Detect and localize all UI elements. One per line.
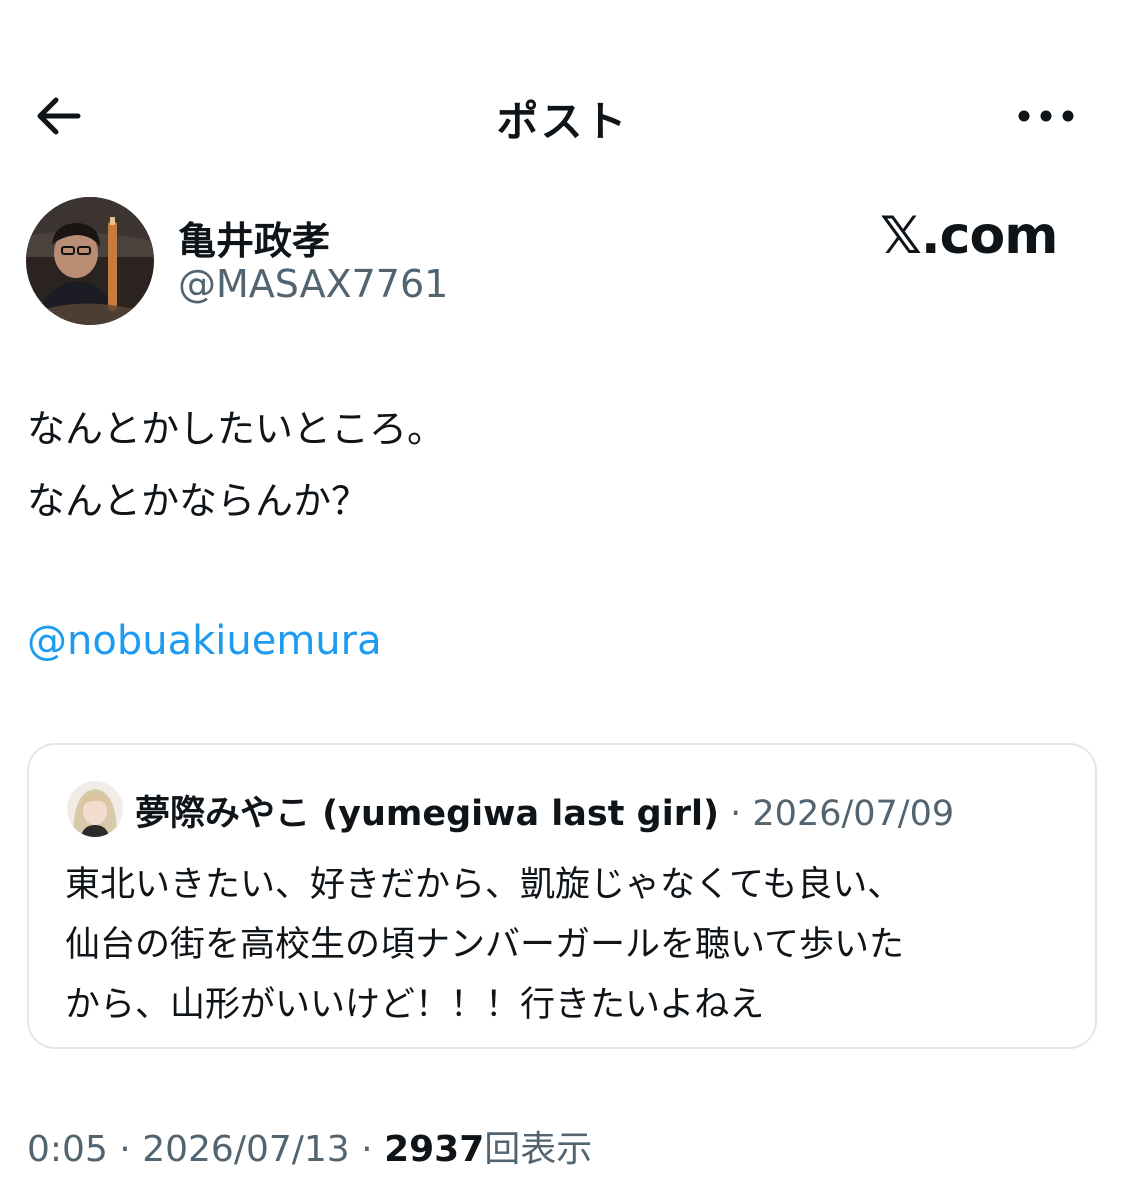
- quoted-post-text: 東北いきたい、好きだから、凱旋じゃなくても良い、 仙台の街を高校生の頃ナンバーガ…: [65, 855, 1065, 1035]
- author-name[interactable]: 亀井政孝: [178, 210, 330, 265]
- quoted-text-line: 仙台の街を高校生の頃ナンバーガールを聴いて歩いた: [65, 925, 904, 965]
- mention-link[interactable]: @nobuakiuemura: [27, 618, 382, 664]
- post-time: 0:05: [27, 1129, 108, 1170]
- views-label: 回表示: [484, 1129, 593, 1170]
- views-count[interactable]: 2937: [384, 1129, 484, 1170]
- meta-separator: ·: [119, 1129, 131, 1170]
- quoted-author-avatar: [67, 781, 123, 837]
- post-text-line: なんとかしたいところ。: [27, 407, 446, 451]
- top-bar: ポスト: [0, 0, 1125, 200]
- quoted-post-header: 夢際みやこ (yumegiwa last girl) · 2026/07/09: [135, 785, 954, 836]
- author-handle[interactable]: @MASAX7761: [178, 262, 448, 306]
- x-com-watermark: 𝕏.com: [880, 206, 1058, 266]
- more-options-button[interactable]: [1012, 92, 1082, 140]
- quoted-author-name[interactable]: 夢際みやこ (yumegiwa last girl): [135, 794, 719, 834]
- quoted-text-line: から、山形がいいけど！！！行きたいよねえ: [65, 985, 765, 1025]
- post-metadata: 0:05 · 2026/07/13 · 2937回表示: [27, 1120, 592, 1172]
- author-avatar[interactable]: [26, 197, 154, 325]
- post-text-line: なんとかならんか？: [27, 479, 370, 523]
- quoted-post-card[interactable]: 夢際みやこ (yumegiwa last girl) · 2026/07/09 …: [27, 743, 1097, 1049]
- more-horizontal-icon: [1018, 110, 1074, 122]
- meta-separator: ·: [361, 1129, 373, 1170]
- quoted-post-date: 2026/07/09: [752, 794, 955, 834]
- page-title: ポスト: [496, 97, 629, 146]
- post-date: 2026/07/13: [142, 1129, 350, 1170]
- quoted-text-line: 東北いきたい、好きだから、凱旋じゃなくても良い、: [65, 865, 903, 905]
- header-separator: ·: [730, 794, 742, 834]
